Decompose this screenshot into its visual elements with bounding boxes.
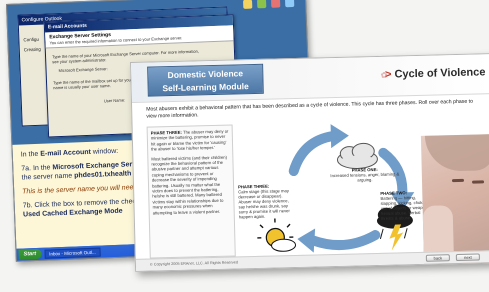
next-button[interactable]: next	[455, 253, 480, 262]
desktop-icon[interactable]	[243, 0, 253, 9]
user-field-label: User Name:	[103, 97, 126, 104]
dialog-label: Configu	[23, 36, 39, 43]
module-title-line2: Self-Learning Module	[162, 81, 249, 94]
desktop-icon[interactable]	[284, 0, 295, 8]
phase-three-text[interactable]: PHASE THREE: Calm stage (this stage may …	[238, 183, 295, 220]
server-name-value: phdes01.txhealth	[74, 170, 132, 180]
phase-one-cloud-icon[interactable]	[336, 142, 378, 169]
taskbar-item-inbox[interactable]: Inbox - Microsoft Outl...	[43, 247, 101, 259]
woman-photo	[420, 134, 489, 268]
phase-info-paragraph-1: PHASE THREE: The abuser may deny or mini…	[151, 129, 230, 153]
step-intro-suffix: window:	[90, 147, 119, 156]
step-intro-prefix: In the	[20, 150, 41, 159]
phase-three-sun-icon[interactable]	[257, 218, 297, 252]
phase-one-text[interactable]: PHASE ONE: Increased tensions, anger, bl…	[330, 166, 400, 183]
back-button[interactable]: back	[425, 254, 450, 262]
module-title: Domestic Violence Self-Learning Module	[147, 63, 264, 97]
module-header: Domestic Violence Self-Learning Module ✿…	[131, 54, 489, 103]
phase-info-panel: PHASE THREE: The abuser may deny or mini…	[146, 124, 236, 259]
server-field-label: Microsoft Exchange Server:	[58, 66, 108, 74]
page-title: > Cycle of Violence	[385, 66, 486, 80]
arrow-right-icon: >	[384, 68, 392, 81]
dialog-label: Creating	[23, 46, 41, 53]
cycle-arrow-bottom	[297, 228, 381, 253]
cycle-of-violence-screenshot: Domestic Violence Self-Learning Module ✿…	[130, 53, 489, 272]
copyright-text: © Copyright 2005 ERAnet, LLC. All Rights…	[149, 260, 239, 267]
step-intro-bold: E-mail Account	[40, 148, 92, 158]
page-title-text: Cycle of Violence	[394, 66, 486, 81]
start-button[interactable]: Start	[18, 248, 42, 260]
step-7a-prefix: 7a. In the	[21, 164, 53, 173]
phase-info-paragraph-2: Most battered victims (and their childre…	[151, 154, 228, 216]
desktop-icon[interactable]	[257, 0, 267, 9]
desktop-icon[interactable]	[270, 0, 281, 8]
step-7a-mid: the server name	[21, 172, 75, 182]
phase-three-description: Calm stage (this stage may decrease or d…	[238, 188, 290, 220]
phase-one-description: Increased tensions, anger, blaming & arg…	[330, 171, 400, 183]
intro-text: Most abusers exhibit a behavioral patter…	[146, 98, 474, 120]
step-7b-bold: Used Cached Exchange Mode	[22, 207, 123, 219]
